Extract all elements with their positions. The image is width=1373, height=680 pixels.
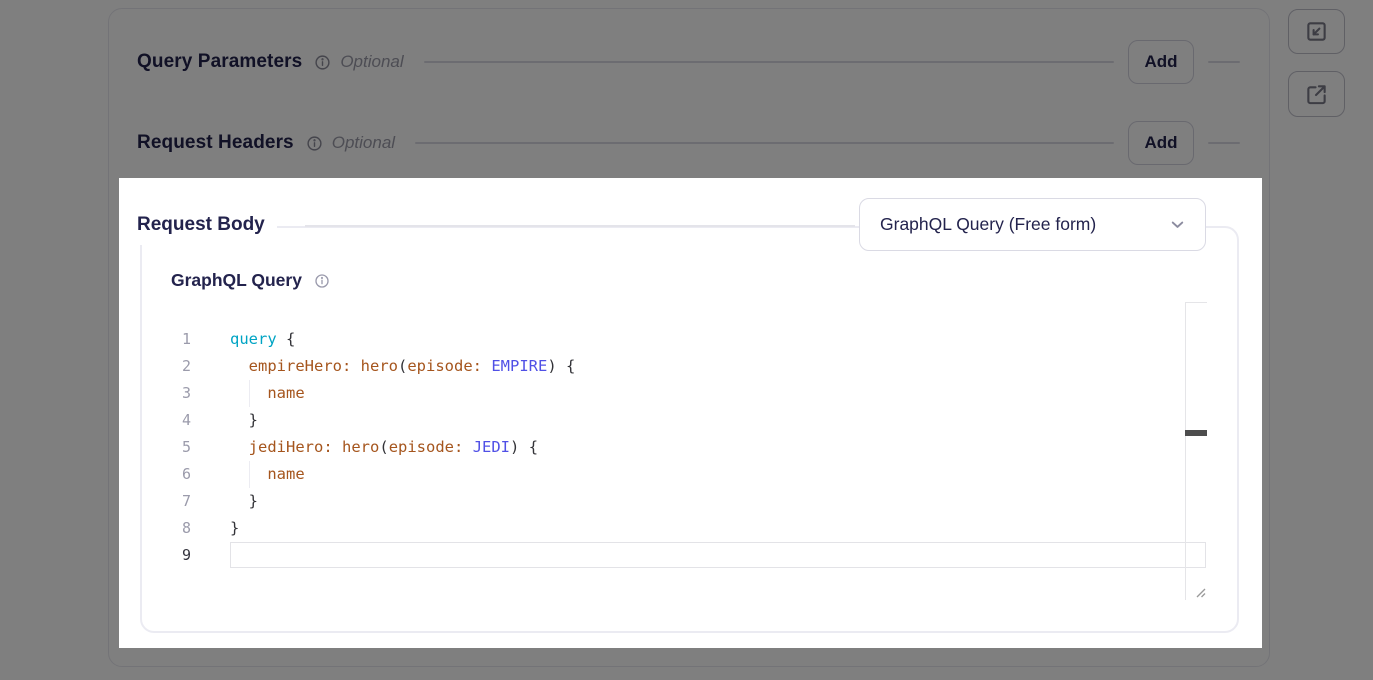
code-line[interactable]: 9 <box>170 542 1206 569</box>
line-number: 2 <box>170 353 191 380</box>
info-icon[interactable] <box>314 54 331 71</box>
graphql-editor[interactable]: 1query {2 empireHero: hero(episode: EMPI… <box>170 326 1206 569</box>
external-link-icon <box>1305 83 1328 106</box>
body-type-select[interactable]: GraphQL Query (Free form) <box>859 198 1206 251</box>
optional-label: Optional <box>340 52 403 72</box>
line-number: 9 <box>170 542 191 569</box>
request-body-title: Request Body <box>128 205 277 245</box>
query-parameters-section: Query Parameters Optional Add <box>137 40 1240 84</box>
add-query-parameter-button[interactable]: Add <box>1128 40 1194 84</box>
line-number: 8 <box>170 515 191 542</box>
body-type-select-value: GraphQL Query (Free form) <box>880 214 1096 235</box>
code-line[interactable]: 5 jediHero: hero(episode: JEDI) { <box>170 434 1206 461</box>
info-icon[interactable] <box>306 135 323 152</box>
info-icon[interactable] <box>314 273 330 289</box>
query-parameters-title: Query Parameters <box>137 51 302 73</box>
divider <box>1208 61 1240 63</box>
optional-label: Optional <box>332 133 395 153</box>
line-number: 6 <box>170 461 191 488</box>
graphql-query-label-row: GraphQL Query <box>171 270 330 291</box>
indent-guide <box>249 380 250 407</box>
code-text: empireHero: hero(episode: EMPIRE) { <box>230 353 575 380</box>
editor-scrollbar-thumb[interactable] <box>1185 430 1207 436</box>
line-number: 3 <box>170 380 191 407</box>
code-text: } <box>230 407 258 434</box>
code-text <box>230 542 1206 568</box>
indent-guide <box>249 461 250 488</box>
divider <box>1208 142 1240 144</box>
code-line[interactable]: 3 name <box>170 380 1206 407</box>
api-request-editor-page: Query Parameters Optional Add Request He… <box>0 0 1373 680</box>
graphql-query-label: GraphQL Query <box>171 270 302 291</box>
chevron-down-icon <box>1168 215 1187 234</box>
code-text: } <box>230 488 258 515</box>
code-line[interactable]: 1 query { <box>170 326 1206 353</box>
add-request-header-button[interactable]: Add <box>1128 121 1194 165</box>
code-text: jediHero: hero(episode: JEDI) { <box>230 434 538 461</box>
code-line[interactable]: 6 name <box>170 461 1206 488</box>
import-arrow-icon <box>1305 20 1328 43</box>
code-line[interactable]: 7 } <box>170 488 1206 515</box>
request-headers-title: Request Headers <box>137 132 294 154</box>
divider <box>305 225 855 227</box>
code-text: name <box>230 461 305 488</box>
line-number: 4 <box>170 407 191 434</box>
code-text: query { <box>230 326 295 353</box>
resize-handle-icon[interactable] <box>1192 584 1207 604</box>
code-text: name <box>230 380 305 407</box>
editor-edge <box>1185 302 1207 303</box>
code-text: } <box>230 515 239 542</box>
request-headers-section: Request Headers Optional Add <box>137 121 1240 165</box>
import-arrow-button[interactable] <box>1288 9 1345 54</box>
divider <box>424 61 1114 63</box>
code-line[interactable]: 4 } <box>170 407 1206 434</box>
line-number: 1 <box>170 326 191 353</box>
divider <box>415 142 1114 144</box>
editor-edge <box>1185 302 1186 600</box>
line-number: 5 <box>170 434 191 461</box>
line-number: 7 <box>170 488 191 515</box>
code-line[interactable]: 8} <box>170 515 1206 542</box>
external-link-button[interactable] <box>1288 71 1345 117</box>
code-line[interactable]: 2 empireHero: hero(episode: EMPIRE) { <box>170 353 1206 380</box>
